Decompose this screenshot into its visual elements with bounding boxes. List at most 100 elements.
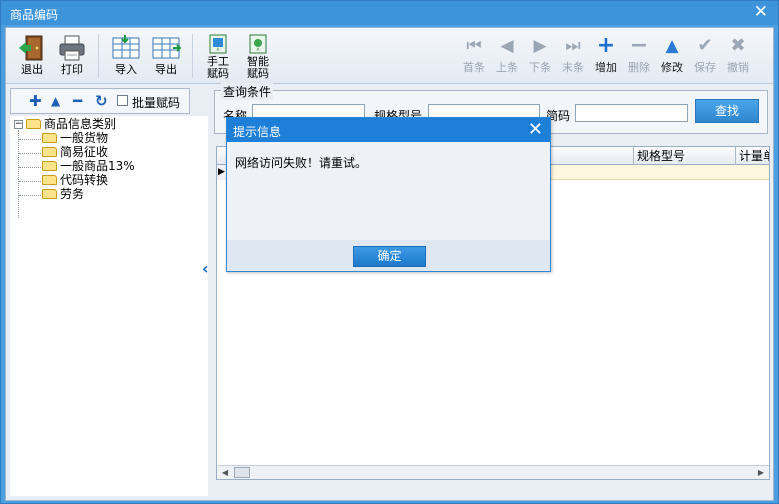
smart-code-icon: A xyxy=(249,34,267,54)
tree-line xyxy=(19,139,41,140)
last-record-button[interactable]: ⏭ 末条 xyxy=(558,36,588,76)
scroll-thumb[interactable] xyxy=(234,467,250,478)
query-title: 查询条件 xyxy=(221,83,274,100)
add-label: 增加 xyxy=(595,61,617,74)
grid-header-cell: 规格型号 xyxy=(633,147,735,165)
tree-line xyxy=(18,130,19,218)
tree-root-label: 商品信息类别 xyxy=(44,117,117,131)
alert-dialog: 提示信息 ✕ 网络访问失败！请重试。 确定 xyxy=(226,117,551,272)
add-category-icon[interactable]: ✚ xyxy=(29,92,42,110)
delete-label: 删除 xyxy=(628,61,650,74)
last-label: 末条 xyxy=(562,61,584,74)
folder-open-icon xyxy=(26,119,41,129)
tree-item-label: 一般商品13% xyxy=(60,159,135,173)
first-record-button[interactable]: ⏮ 首条 xyxy=(459,36,489,76)
tree-item-label: 劳务 xyxy=(60,187,85,201)
delete-button[interactable]: − 删除 xyxy=(624,33,654,76)
refresh-icon[interactable]: ↻ xyxy=(95,92,108,110)
tree-item-label: 代码转换 xyxy=(60,173,109,187)
tree-item[interactable]: 代码转换 xyxy=(42,173,108,188)
tree-item[interactable]: 一般商品13% xyxy=(42,159,135,174)
exit-door-icon xyxy=(19,35,43,61)
tree-item[interactable]: 劳务 xyxy=(42,187,84,202)
dialog-title: 提示信息 xyxy=(233,125,282,139)
first-icon: ⏮ xyxy=(466,36,482,56)
import-label: 导入 xyxy=(115,63,137,76)
tree-root[interactable]: 商品信息类别 xyxy=(26,117,116,132)
tree-item[interactable]: 一般货物 xyxy=(42,131,108,146)
grid-header-cell: 计量单 xyxy=(735,147,769,165)
smart-code-label-2: 赋码 xyxy=(247,67,269,80)
collapse-toggle[interactable]: − xyxy=(14,120,23,129)
import-button[interactable]: 导入 xyxy=(106,32,146,82)
title-bar: 商品编码 ✕ xyxy=(1,1,778,25)
manual-code-icon: A xyxy=(209,34,227,54)
category-tree: − 商品信息类别 一般货物 简易征收 一般商品13% 代码转换 劳务 xyxy=(10,116,208,496)
tree-line xyxy=(19,167,41,168)
window-close-icon[interactable]: ✕ xyxy=(754,2,768,22)
folder-icon xyxy=(42,133,57,143)
tree-line xyxy=(19,181,41,182)
scroll-left-icon[interactable]: ◀ xyxy=(219,466,231,479)
print-button[interactable]: 打印 xyxy=(52,32,92,82)
window-title: 商品编码 xyxy=(10,8,59,22)
save-label: 保存 xyxy=(694,61,716,74)
next-label: 下条 xyxy=(529,61,551,74)
svg-text:A: A xyxy=(217,47,220,52)
tree-item-label: 一般货物 xyxy=(60,131,109,145)
exit-label: 退出 xyxy=(21,63,43,76)
code-input[interactable] xyxy=(575,104,688,122)
tree-line xyxy=(19,195,41,196)
batch-code-label: 批量赋码 xyxy=(132,96,181,110)
remove-category-icon[interactable]: ━ xyxy=(73,92,82,110)
export-label: 导出 xyxy=(155,63,177,76)
dialog-body: 网络访问失败！请重试。 xyxy=(227,142,550,240)
manual-code-label-2: 赋码 xyxy=(207,67,229,80)
dialog-title-bar: 提示信息 ✕ xyxy=(227,118,550,142)
tree-line xyxy=(19,153,41,154)
minus-icon: − xyxy=(629,33,649,58)
prev-record-button[interactable]: ◀ 上条 xyxy=(492,36,522,76)
dialog-close-icon[interactable]: ✕ xyxy=(528,118,543,142)
toolbar-separator xyxy=(192,34,193,78)
move-up-icon[interactable]: ▲ xyxy=(51,92,60,110)
smart-code-button[interactable]: A 智能 赋码 xyxy=(240,32,276,82)
add-button[interactable]: + 增加 xyxy=(591,35,621,76)
horizontal-scrollbar[interactable]: ◀ ▶ xyxy=(217,465,769,479)
scroll-right-icon[interactable]: ▶ xyxy=(755,466,767,479)
folder-icon xyxy=(42,189,57,199)
folder-icon xyxy=(42,147,57,157)
dialog-footer: 确定 xyxy=(227,240,550,271)
manual-code-button[interactable]: A 手工 赋码 xyxy=(200,32,236,82)
app-window: 商品编码 ✕ 退出 打印 导入 导出 A 手工 赋码 A 智能 赋码 ⏮ 首条 … xyxy=(0,0,779,504)
tree-toolbar: ✚ ▲ ━ ↻ 批量赋码 xyxy=(10,88,190,114)
last-icon: ⏭ xyxy=(565,36,581,56)
svg-text:A: A xyxy=(257,47,260,52)
printer-icon xyxy=(59,35,85,61)
edit-button[interactable]: ▲ 修改 xyxy=(657,36,687,76)
prev-label: 上条 xyxy=(496,61,518,74)
next-record-button[interactable]: ▶ 下条 xyxy=(525,36,555,76)
exit-button[interactable]: 退出 xyxy=(12,32,52,82)
export-button[interactable]: 导出 xyxy=(146,32,186,82)
undo-label: 撤销 xyxy=(727,61,749,74)
toolbar-separator xyxy=(98,34,99,78)
checkmark-icon: ✔ xyxy=(697,35,713,56)
edit-triangle-icon: ▲ xyxy=(665,36,679,56)
ok-button[interactable]: 确定 xyxy=(353,246,426,267)
folder-icon xyxy=(42,175,57,185)
save-button[interactable]: ✔ 保存 xyxy=(690,36,720,76)
undo-button[interactable]: ✖ 撤销 xyxy=(723,36,753,76)
export-table-icon xyxy=(152,37,181,59)
import-table-icon xyxy=(112,35,140,59)
tree-item[interactable]: 简易征收 xyxy=(42,145,108,160)
dialog-message: 网络访问失败！请重试。 xyxy=(235,156,368,170)
tree-item-label: 简易征收 xyxy=(60,145,109,159)
folder-icon xyxy=(42,161,57,171)
collapse-panel-icon[interactable]: ‹ xyxy=(202,259,209,278)
search-button[interactable]: 查找 xyxy=(695,99,759,123)
batch-code-checkbox[interactable] xyxy=(117,95,128,106)
edit-label: 修改 xyxy=(661,61,683,74)
cross-icon: ✖ xyxy=(730,35,746,56)
toolbar: 退出 打印 导入 导出 A 手工 赋码 A 智能 赋码 ⏮ 首条 ◀ 上条 ▶ … xyxy=(6,28,773,84)
